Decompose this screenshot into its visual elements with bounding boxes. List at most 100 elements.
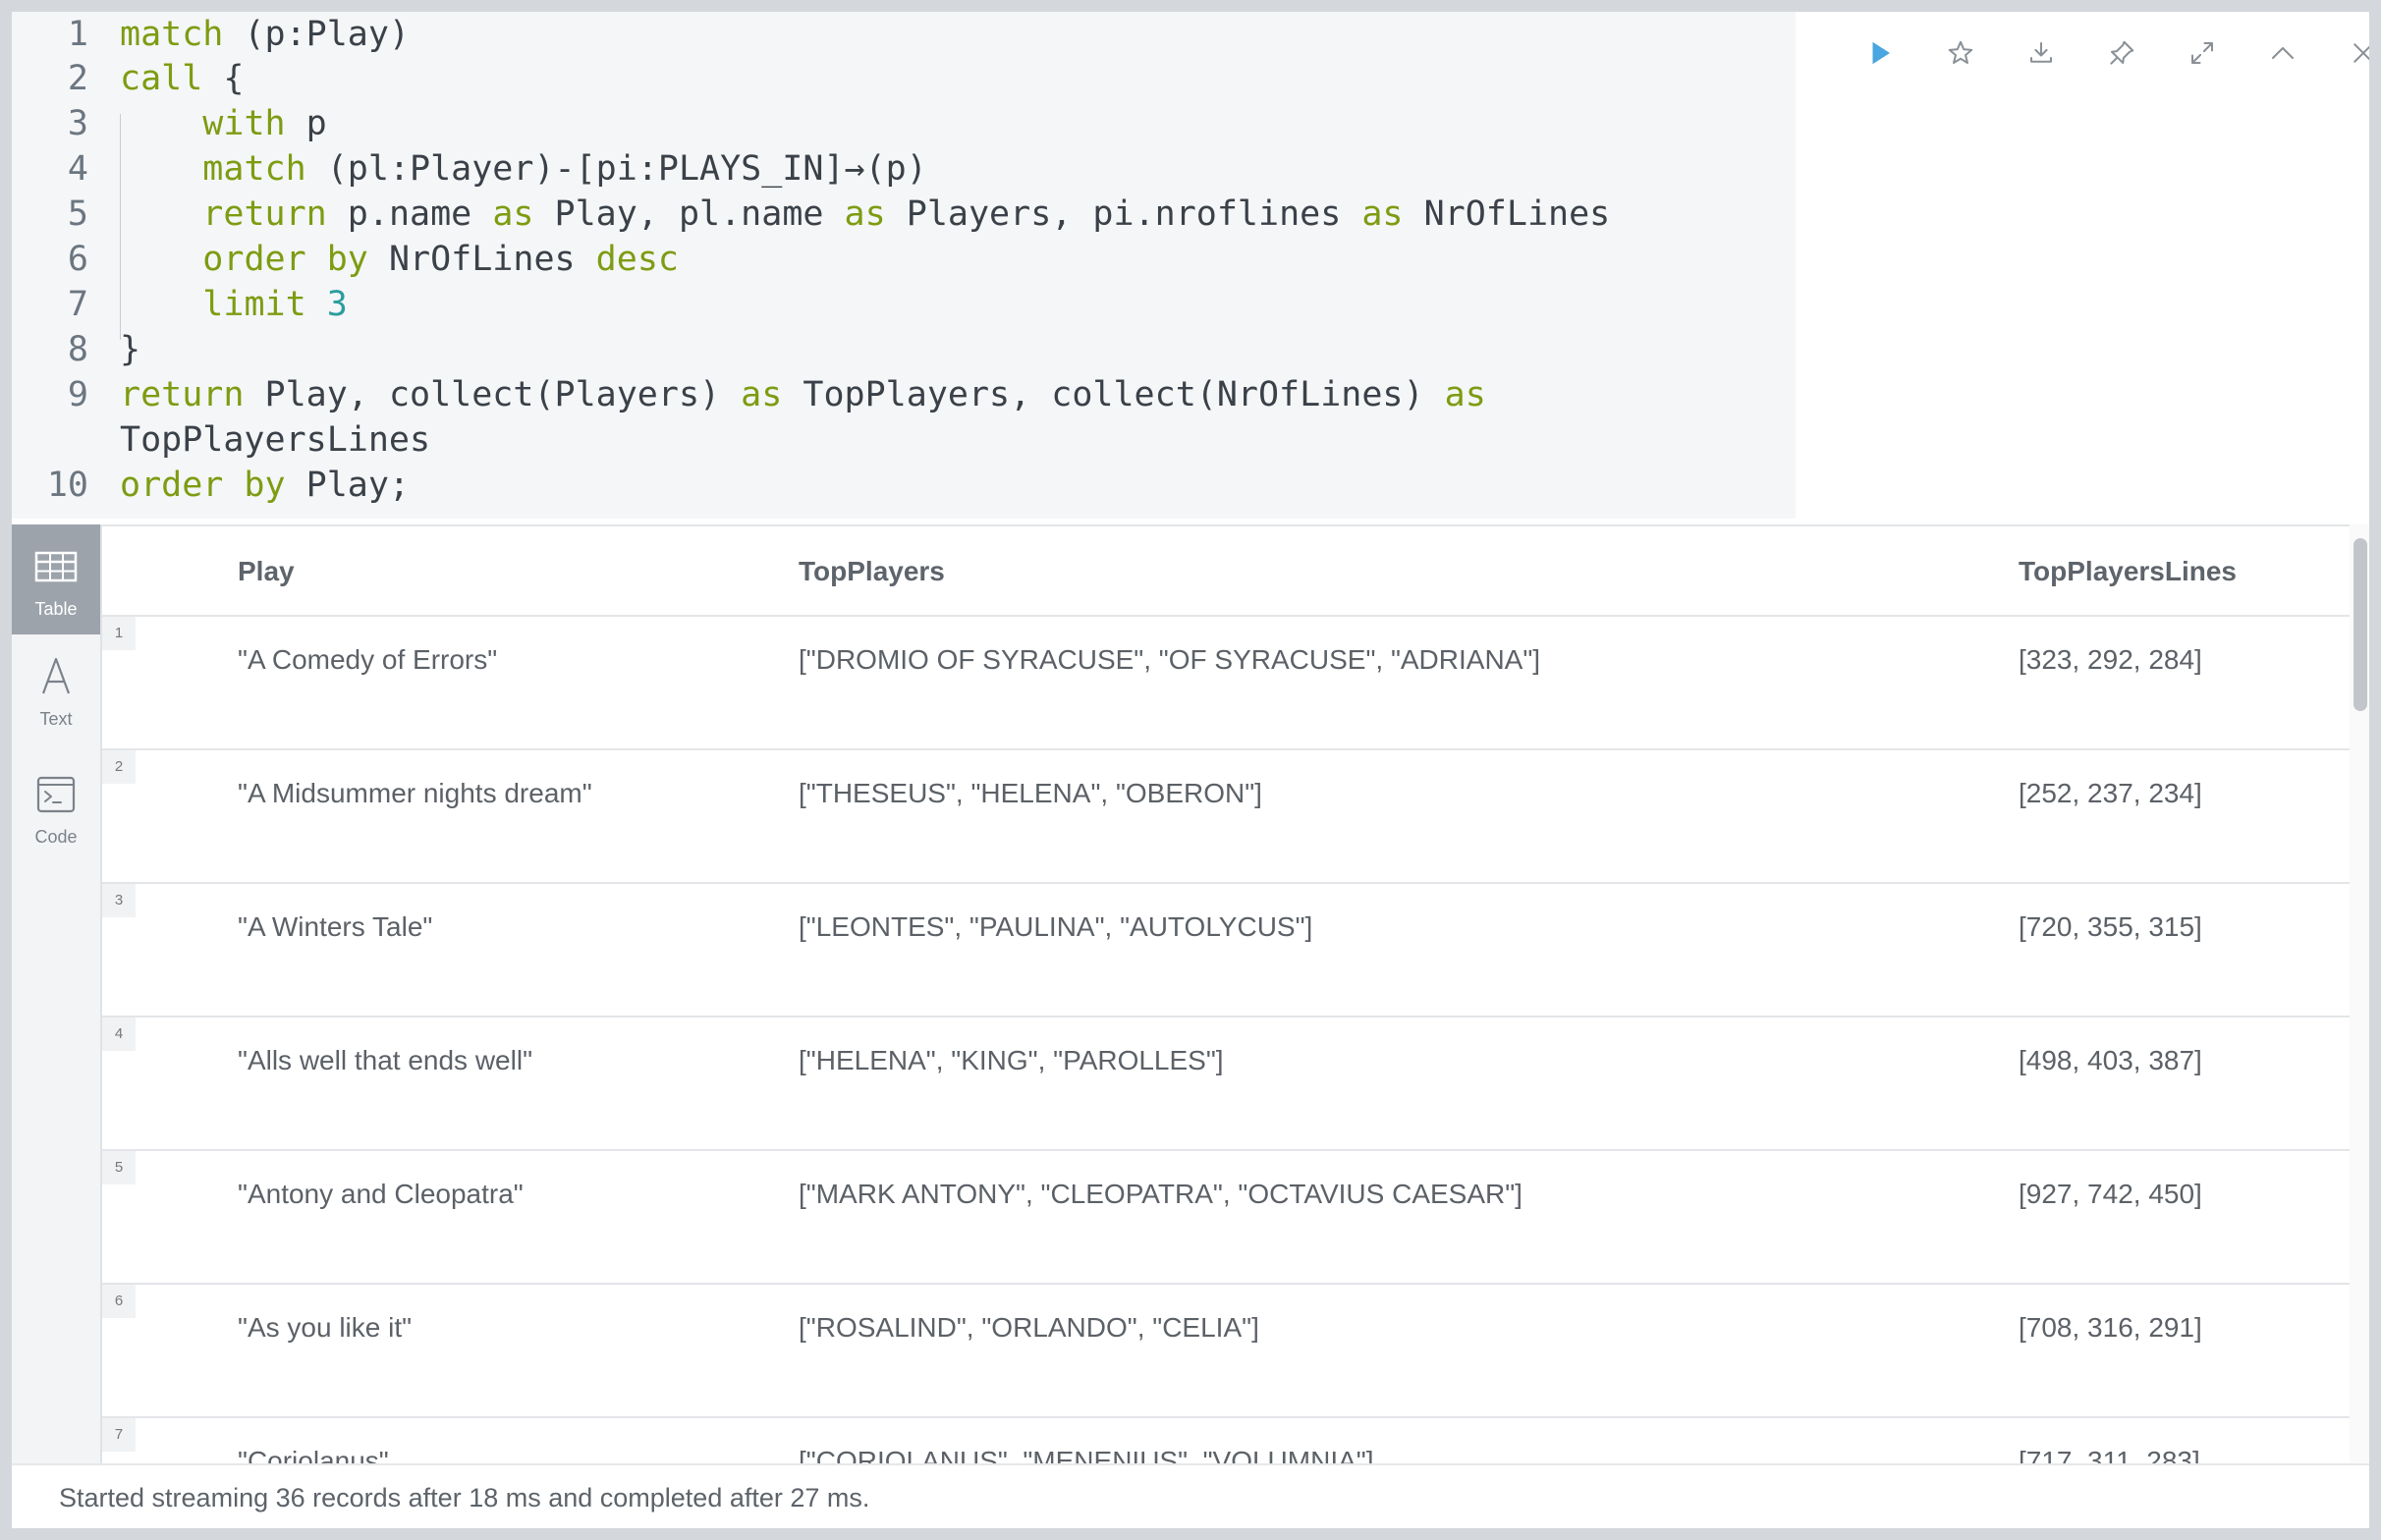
code-keyword: return (120, 375, 245, 414)
collapse-icon (2272, 47, 2294, 59)
table-icon (34, 551, 78, 582)
collapse-button[interactable] (2259, 29, 2306, 77)
cell-topplayers: ["ROSALIND", "ORLANDO", "CELIA"] (799, 1312, 1259, 1343)
code-token: TopPlayersLines (120, 420, 431, 460)
code-keyword: return (202, 194, 327, 234)
line-number: 2 (67, 59, 88, 98)
code-text: order by Play; (120, 463, 410, 508)
cell-play: "As you like it" (238, 1312, 413, 1343)
cell-play: "A Winters Tale" (238, 911, 433, 942)
expand-icon (2191, 42, 2213, 64)
code-keyword: desc (595, 240, 679, 279)
cell-topplayerslines: [498, 403, 387] (2019, 1045, 2202, 1075)
code-keyword: order by (202, 240, 368, 279)
code-text: match (pl:Player)-[pi:PLAYS_IN]→(p) (120, 146, 927, 192)
view-tab-text[interactable]: Text (12, 634, 100, 744)
column-header-topplayerslines[interactable]: TopPlayersLines (2019, 556, 2237, 587)
view-tab-table[interactable]: Table (12, 524, 100, 634)
view-switcher: Table Text Code (12, 524, 102, 1463)
cell-topplayerslines: [252, 237, 234] (2019, 778, 2202, 808)
line-number: 9 (67, 375, 88, 414)
code-token: { (202, 59, 245, 98)
table-row: 3 "A Winters Tale" ["LEONTES", "PAULINA", … (102, 884, 2350, 1018)
code-text: TopPlayersLines (120, 417, 430, 463)
code-token: Play, collect(Players) (244, 375, 742, 414)
table-row: 2 "A Midsummer nights dream" ["THESEUS", "… (102, 750, 2350, 884)
code-text: return p.name as Play, pl.name as Player… (120, 192, 1610, 237)
cell-topplayers: ["CORIOLANUS", "MENENIUS", "VOLUMNIA"] (799, 1446, 1374, 1465)
cell-topplayers: ["THESEUS", "HELENA", "OBERON"] (799, 778, 1262, 808)
fullscreen-button[interactable] (2179, 29, 2226, 77)
cell-play: "A Midsummer nights dream" (238, 778, 592, 808)
row-index: 4 (102, 1018, 136, 1051)
cell-topplayerslines: [717, 311, 283] (2019, 1446, 2200, 1465)
table-row: 1 "A Comedy of Errors" ["DROMIO OF SYRACUS… (102, 617, 2350, 750)
run-button[interactable] (1856, 29, 1904, 77)
code-token: (pl:Player)-[pi:PLAYS_IN]→(p) (305, 149, 927, 189)
cell-topplayerslines: [720, 355, 315] (2019, 911, 2202, 942)
code-text: with p (120, 101, 327, 146)
close-button[interactable] (2340, 29, 2369, 77)
row-index: 6 (102, 1285, 136, 1318)
query-editor[interactable]: 1 match (p:Play) 2 call {3 with p4 match (p… (12, 12, 1796, 519)
code-token: Play, pl.name (533, 194, 845, 234)
star-icon (1948, 40, 1973, 64)
close-icon (2353, 43, 2369, 63)
row-index: 2 (102, 750, 136, 784)
code-keyword: as (741, 375, 783, 414)
line-number: 1 (67, 15, 88, 54)
code-keyword: as (1444, 375, 1486, 414)
cell-topplayerslines: [323, 292, 284] (2019, 644, 2202, 675)
frame-toolbar (1796, 12, 2369, 90)
row-index: 5 (102, 1151, 136, 1184)
column-header-play[interactable]: Play (238, 556, 295, 587)
view-tab-code[interactable]: Code (12, 752, 100, 862)
scrollbar-thumb[interactable] (2353, 538, 2367, 711)
code-keyword: limit (202, 285, 306, 324)
code-keyword: as (1361, 194, 1404, 234)
results-scrollbar[interactable] (2350, 524, 2369, 1463)
code-keyword: match (202, 149, 306, 189)
terminal-icon (36, 776, 76, 813)
status-message: Started streaming 36 records after 18 ms… (59, 1483, 870, 1512)
table-row: 6 "As you like it" ["ROSALIND", "ORLANDO",… (102, 1285, 2350, 1418)
line-number: 7 (67, 285, 88, 324)
code-keyword: match (120, 15, 224, 54)
text-icon (41, 657, 71, 694)
pin-icon (2110, 40, 2134, 65)
code-token: Play; (285, 466, 411, 505)
view-tab-label: Table (34, 599, 78, 619)
code-text: return Play, collect(Players) as TopPlay… (120, 372, 1486, 417)
cell-topplayers: ["MARK ANTONY", "CLEOPATRA", "OCTAVIUS C… (799, 1179, 1523, 1209)
cell-play: "Alls well that ends well" (238, 1045, 533, 1075)
line-number: 4 (67, 149, 88, 189)
code-text: order by NrOfLines desc (120, 237, 679, 282)
view-tab-label: Text (39, 709, 73, 729)
code-text: match (p:Play) (120, 12, 410, 57)
pin-button[interactable] (2098, 29, 2145, 77)
line-number: 6 (67, 240, 88, 279)
table-row: 7 "Coriolanus" ["CORIOLANUS", "MENENIUS", … (102, 1418, 2350, 1465)
code-text: limit 3 (120, 282, 348, 327)
cell-topplayerslines: [927, 742, 450] (2019, 1179, 2202, 1209)
code-keyword: call (120, 59, 203, 98)
cell-topplayerslines: [708, 316, 291] (2019, 1312, 2202, 1343)
download-icon (2030, 42, 2052, 63)
cell-topplayers: ["HELENA", "KING", "PAROLLES"] (799, 1045, 1224, 1075)
favorite-button[interactable] (1937, 29, 1984, 77)
code-token: p (285, 104, 327, 143)
cell-play: "A Comedy of Errors" (238, 644, 498, 675)
code-token: (p:Play) (223, 15, 411, 54)
cell-play: "Coriolanus" (238, 1446, 389, 1465)
query-result-frame: 1 match (p:Play) 2 call {3 with p 4 match (p… (12, 12, 2369, 1528)
column-header-topplayers[interactable]: TopPlayers (799, 556, 945, 587)
code-token: TopPlayers, collect(NrOfLines) (782, 375, 1445, 414)
row-index: 3 (102, 884, 136, 917)
download-button[interactable] (2018, 29, 2065, 77)
